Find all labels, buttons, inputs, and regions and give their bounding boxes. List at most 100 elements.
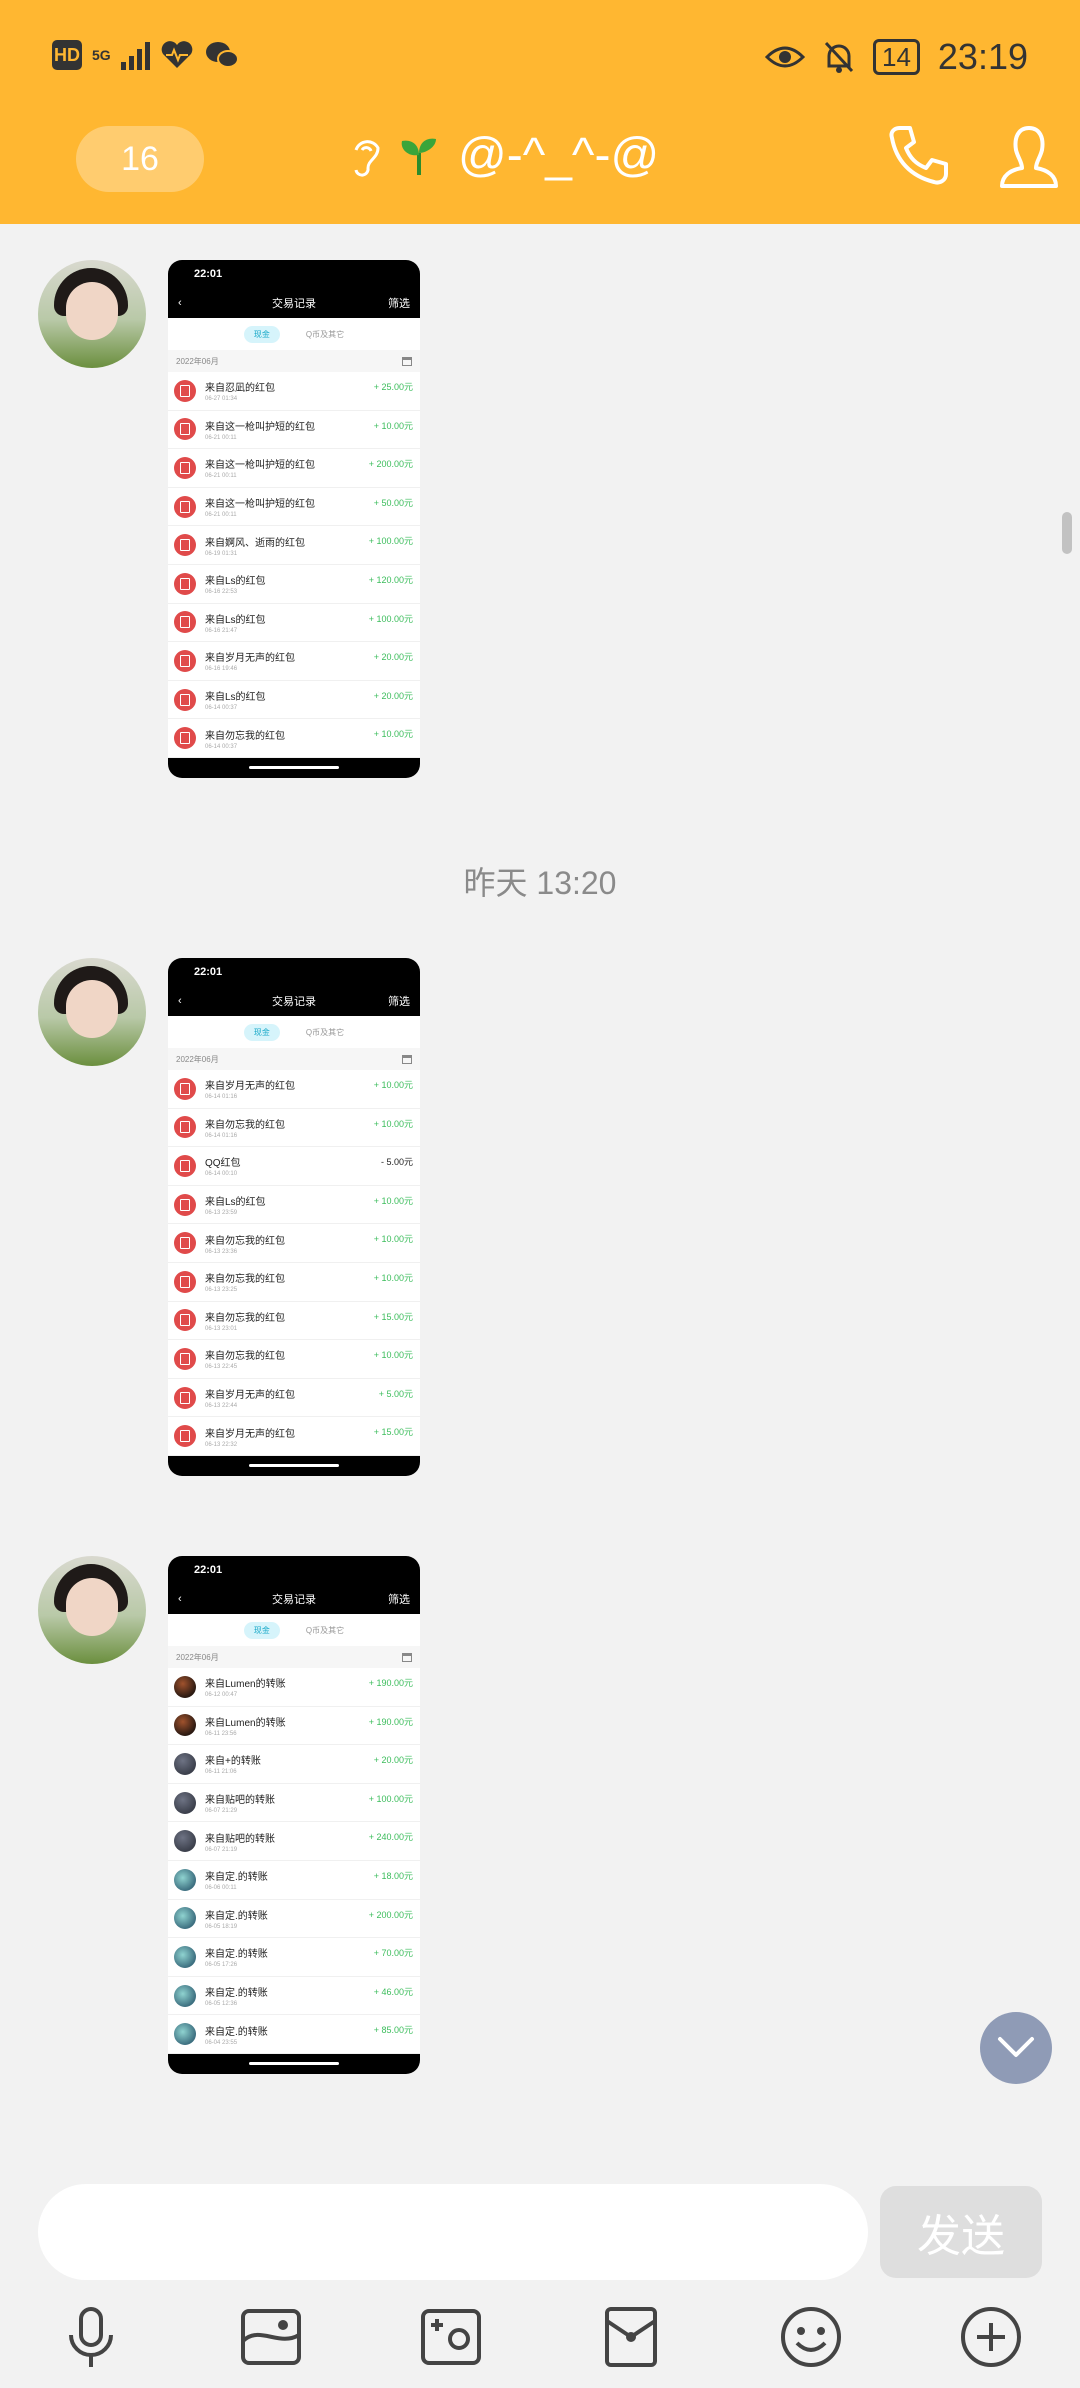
transaction-row[interactable]: 来自岁月无声的红包 06-13 22:32 + 15.00元 bbox=[168, 1417, 420, 1456]
eye-icon bbox=[764, 46, 805, 68]
transaction-row[interactable]: 来自勿忘我的红包 06-13 23:01 + 15.00元 bbox=[168, 1302, 420, 1341]
transaction-row[interactable]: 来自Lumen的转账 06-12 00:47 + 190.00元 bbox=[168, 1668, 420, 1707]
message-input[interactable] bbox=[38, 2184, 868, 2280]
transaction-row[interactable]: 来自定.的转账 06-05 12:36 + 46.00元 bbox=[168, 1977, 420, 2016]
tab-cash: 现金 bbox=[243, 1621, 280, 1639]
home-indicator bbox=[168, 2054, 420, 2074]
scrollbar[interactable] bbox=[1062, 512, 1072, 554]
camera-icon[interactable] bbox=[416, 2302, 486, 2372]
emoji-icon[interactable] bbox=[776, 2302, 846, 2372]
transaction-row[interactable]: 来自忍凪的红包 06-27 01:34 + 25.00元 bbox=[168, 372, 420, 411]
transaction-row[interactable]: 来自定.的转账 06-06 00:11 + 18.00元 bbox=[168, 1861, 420, 1900]
transaction-date: 06-05 12:36 bbox=[205, 2001, 238, 2008]
transaction-row[interactable]: 来自这一枪叫护短的红包 06-21 00:11 + 200.00元 bbox=[168, 449, 420, 488]
avatar[interactable] bbox=[38, 1556, 146, 1664]
image-message[interactable]: 22:01 ‹ 交易记录 筛选 现金 Q币及其它 2022年06月 来自忍凪的红包 06-27 … bbox=[168, 260, 420, 778]
message-timestamp: 昨天 13:20 bbox=[463, 865, 617, 901]
status-bar-right: 14 23:19 bbox=[764, 36, 1028, 78]
transaction-icon bbox=[174, 1232, 196, 1255]
phone-icon[interactable] bbox=[886, 122, 952, 188]
health-icon bbox=[161, 41, 193, 68]
image-message[interactable]: 22:01 ‹ 交易记录 筛选 现金 Q币及其它 2022年06月 来自岁月无声的红包 06-1… bbox=[168, 958, 420, 1476]
avatar[interactable] bbox=[38, 260, 146, 368]
transaction-row[interactable]: 来自勿忘我的红包 06-13 23:25 + 10.00元 bbox=[168, 1263, 420, 1302]
image-icon[interactable] bbox=[236, 2302, 306, 2372]
month-header: 2022年06月 bbox=[168, 1646, 420, 1668]
transaction-date: 06-11 23:56 bbox=[205, 1730, 237, 1737]
transaction-amount: + 20.00元 bbox=[373, 1755, 413, 1766]
screenshot-nav-bar: ‹ 交易记录 筛选 bbox=[168, 288, 420, 318]
screenshot-title: 交易记录 bbox=[272, 996, 316, 1008]
avatar[interactable] bbox=[38, 958, 146, 1066]
transaction-row[interactable]: 来自勿忘我的红包 06-13 22:45 + 10.00元 bbox=[168, 1340, 420, 1379]
month-header: 2022年06月 bbox=[168, 1048, 420, 1070]
transaction-date: 06-13 22:45 bbox=[205, 1364, 238, 1371]
transaction-amount: + 10.00元 bbox=[373, 1195, 413, 1206]
transaction-row[interactable]: 来自岁月无声的红包 06-14 01:16 + 10.00元 bbox=[168, 1070, 420, 1109]
transaction-row[interactable]: 来自这一枪叫护短的红包 06-21 00:11 + 50.00元 bbox=[168, 488, 420, 527]
transaction-date: 06-13 23:25 bbox=[205, 1287, 238, 1294]
transaction-date: 06-13 22:32 bbox=[205, 1441, 238, 1448]
calendar-icon bbox=[402, 1054, 412, 1064]
scroll-to-bottom-button[interactable] bbox=[980, 2012, 1052, 2084]
transaction-amount: + 10.00元 bbox=[373, 1272, 413, 1283]
transaction-row[interactable]: 来自勿忘我的红包 06-13 23:36 + 10.00元 bbox=[168, 1224, 420, 1263]
transaction-amount: + 20.00元 bbox=[373, 690, 413, 701]
transaction-date: 06-04 23:55 bbox=[205, 2039, 238, 2046]
transaction-amount: - 5.00元 bbox=[380, 1157, 413, 1168]
transaction-row[interactable]: 来自勿忘我的红包 06-14 00:37 + 10.00元 bbox=[168, 719, 420, 758]
send-button[interactable]: 发送 bbox=[880, 2186, 1042, 2278]
transaction-row[interactable]: 来自Ls的红包 06-16 22:53 + 120.00元 bbox=[168, 565, 420, 604]
transaction-date: 06-05 17:26 bbox=[205, 1962, 238, 1969]
transaction-icon bbox=[174, 1907, 196, 1930]
plus-icon[interactable] bbox=[956, 2302, 1026, 2372]
transaction-row[interactable]: 来自Ls的红包 06-16 21:47 + 100.00元 bbox=[168, 604, 420, 643]
transaction-date: 06-21 00:11 bbox=[205, 434, 237, 441]
transaction-icon bbox=[174, 1830, 196, 1853]
transaction-list: 来自Lumen的转账 06-12 00:47 + 190.00元 来自Lumen的转账… bbox=[168, 1668, 420, 2054]
transaction-row[interactable]: 来自Lumen的转账 06-11 23:56 + 190.00元 bbox=[168, 1707, 420, 1746]
transaction-date: 06-07 21:29 bbox=[205, 1808, 238, 1815]
transaction-row[interactable]: 来自贴吧的转账 06-07 21:29 + 100.00元 bbox=[168, 1784, 420, 1823]
transaction-row[interactable]: 来自岁月无声的红包 06-16 19:46 + 20.00元 bbox=[168, 642, 420, 681]
transaction-icon bbox=[174, 456, 196, 479]
transaction-icon bbox=[174, 572, 196, 595]
transaction-date: 06-13 23:01 bbox=[205, 1325, 238, 1332]
screenshot-time: 22:01 bbox=[194, 268, 223, 280]
transaction-row[interactable]: 来自定.的转账 06-05 17:26 + 70.00元 bbox=[168, 1938, 420, 1977]
transaction-row[interactable]: 来自+的转账 06-11 21:06 + 20.00元 bbox=[168, 1745, 420, 1784]
image-message[interactable]: 22:01 ‹ 交易记录 筛选 现金 Q币及其它 2022年06月 来自Lumen的转账 06-… bbox=[168, 1556, 420, 2074]
transaction-row[interactable]: 来自Ls的红包 06-13 23:59 + 10.00元 bbox=[168, 1186, 420, 1225]
transaction-amount: + 10.00元 bbox=[373, 1118, 413, 1129]
screenshot-status-bar: 22:01 bbox=[168, 260, 420, 288]
network-type: 5G bbox=[92, 47, 111, 63]
red-packet-icon[interactable] bbox=[596, 2302, 666, 2372]
sprout-icon bbox=[401, 138, 436, 175]
status-bar-left: HD 5G bbox=[52, 40, 240, 70]
transaction-row[interactable]: 来自定.的转账 06-04 23:55 + 85.00元 bbox=[168, 2015, 420, 2054]
transaction-amount: + 10.00元 bbox=[373, 1234, 413, 1245]
transaction-row[interactable]: QQ红包 06-14 00:10- 5.00元 bbox=[168, 1147, 420, 1186]
transaction-row[interactable]: 来自定.的转账 06-05 18:19 + 200.00元 bbox=[168, 1900, 420, 1939]
mute-bell-icon bbox=[824, 41, 854, 73]
transaction-icon bbox=[174, 1193, 196, 1216]
transaction-date: 06-27 01:34 bbox=[205, 396, 238, 403]
transaction-date: 06-05 18:19 bbox=[205, 1923, 238, 1930]
transaction-row[interactable]: 来自勿忘我的红包 06-14 01:16 + 10.00元 bbox=[168, 1109, 420, 1148]
chat-title-area[interactable]: @-^_^-@ bbox=[348, 128, 659, 183]
transaction-row[interactable]: 来自婀风、逝雨的红包 06-19 01:31 + 100.00元 bbox=[168, 526, 420, 565]
transaction-date: 06-16 19:46 bbox=[205, 666, 238, 673]
transaction-amount: + 18.00元 bbox=[373, 1870, 413, 1881]
transaction-icon bbox=[174, 1270, 196, 1293]
transaction-row[interactable]: 来自贴吧的转账 06-07 21:19 + 240.00元 bbox=[168, 1822, 420, 1861]
profile-icon[interactable] bbox=[996, 122, 1062, 192]
message-list[interactable]: 22:01 ‹ 交易记录 筛选 现金 Q币及其它 2022年06月 来自忍凪的红包 06-27 … bbox=[0, 224, 1080, 2174]
transaction-row[interactable]: 来自岁月无声的红包 06-13 22:44 + 5.00元 bbox=[168, 1379, 420, 1418]
transaction-row[interactable]: 来自Ls的红包 06-14 00:37 + 20.00元 bbox=[168, 681, 420, 720]
transaction-row[interactable]: 来自这一枪叫护短的红包 06-21 00:11 + 10.00元 bbox=[168, 411, 420, 450]
calendar-icon bbox=[402, 356, 412, 366]
microphone-icon[interactable] bbox=[56, 2302, 126, 2372]
back-unread-count[interactable]: 16 bbox=[76, 126, 204, 192]
chevron-down-icon bbox=[998, 2037, 1034, 2057]
transaction-icon bbox=[174, 727, 196, 750]
